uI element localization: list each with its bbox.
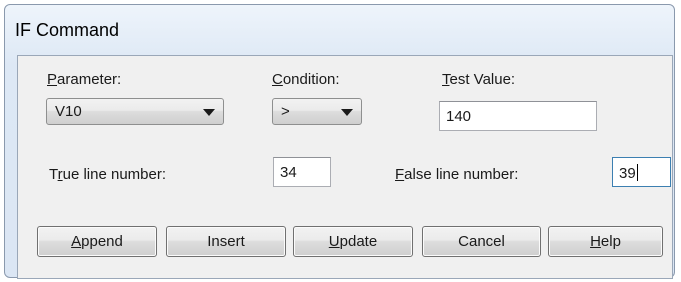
false-line-input[interactable]: 39 [612,157,671,187]
dialog-title: IF Command [15,20,120,40]
insert-button[interactable]: Insert [166,226,286,257]
parameter-label: Parameter: [47,71,122,88]
condition-value: > [281,103,290,120]
true-line-label: True line number: [49,166,167,183]
chevron-down-icon [203,109,215,116]
help-button[interactable]: Help [548,226,663,257]
false-line-label: False line number: [395,166,519,183]
append-button[interactable]: Append [37,226,157,257]
parameter-value: V10 [55,103,82,120]
update-button[interactable]: Update [293,226,413,257]
true-line-input[interactable]: 34 [273,157,331,187]
chevron-down-icon [341,109,353,116]
if-command-dialog: IF Command Parameter: V10 Condition: > T… [4,4,675,279]
cancel-button[interactable]: Cancel [422,226,541,257]
text-caret [636,164,638,181]
parameter-dropdown[interactable]: V10 [46,98,224,125]
condition-dropdown[interactable]: > [272,98,362,125]
condition-label: Condition: [272,71,340,88]
test-value-label: Test Value: [442,71,516,88]
test-value-input[interactable]: 140 [439,101,597,131]
